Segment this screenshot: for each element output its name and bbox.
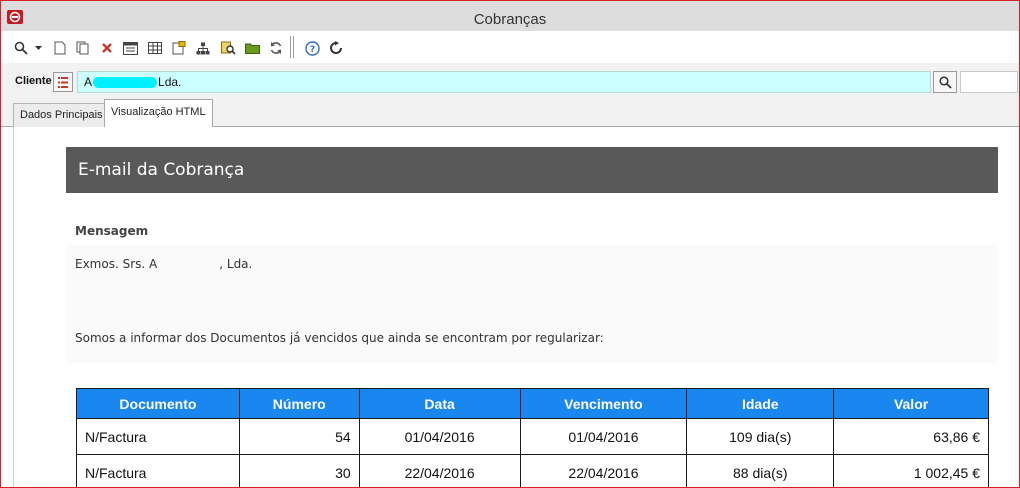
cell-idade: 109 dia(s) xyxy=(686,418,835,455)
column-header-vencimento: Vencimento xyxy=(519,388,688,419)
message-title: Mensagem xyxy=(75,224,149,238)
email-header: E-mail da Cobrança xyxy=(66,147,998,193)
toolbar-separator xyxy=(293,36,294,58)
client-bar: Cliente A Lda. xyxy=(1,63,1019,99)
client-list-button[interactable] xyxy=(53,72,73,92)
cobrancas-window: Cobranças ? Cliente A Lda. Dados Princip… xyxy=(0,0,1020,488)
redaction-mark xyxy=(93,77,158,89)
tab-strip: Dados Principais Visualização HTML xyxy=(1,99,1019,127)
dropdown-arrow-icon[interactable] xyxy=(33,39,43,57)
new-document-icon[interactable] xyxy=(51,39,69,57)
cell-documento: N/Factura xyxy=(76,454,240,487)
cell-valor: 63,86 € xyxy=(833,418,989,455)
greeting: Exmos. Srs. A , Lda. xyxy=(75,257,252,271)
grid-view-icon[interactable] xyxy=(146,39,164,57)
column-header-data: Data xyxy=(358,388,521,419)
table-header-row: Documento Número Data Vencimento Idade V… xyxy=(76,388,989,419)
search-icon xyxy=(938,75,952,89)
hierarchy-icon[interactable] xyxy=(194,39,212,57)
html-preview-pane: E-mail da Cobrança Mensagem Exmos. Srs. … xyxy=(13,127,1019,487)
column-header-numero: Número xyxy=(238,388,360,419)
cell-vencimento: 22/04/2016 xyxy=(519,454,688,487)
cell-documento: N/Factura xyxy=(76,418,240,455)
client-value-suffix: Lda. xyxy=(158,75,182,89)
client-value-prefix: A xyxy=(84,75,93,89)
find-document-icon[interactable] xyxy=(219,39,237,57)
cell-numero: 30 xyxy=(238,454,360,487)
table-row: N/Factura 30 22/04/2016 22/04/2016 88 di… xyxy=(76,454,989,487)
toolbar-separator xyxy=(290,36,291,58)
cell-data: 01/04/2016 xyxy=(358,418,521,455)
title-bar: Cobranças xyxy=(1,1,1019,31)
refresh-icon[interactable] xyxy=(267,39,285,57)
edit-document-icon[interactable] xyxy=(170,39,188,57)
intro-text: Somos a informar dos Documentos já venci… xyxy=(75,331,604,345)
greeting-suffix: , Lda. xyxy=(219,257,253,271)
message-box: Exmos. Srs. A , Lda. Somos a informar dos… xyxy=(66,245,998,363)
list-view-icon[interactable] xyxy=(121,39,139,57)
cell-valor: 1 002,45 € xyxy=(833,454,989,487)
copy-document-icon[interactable] xyxy=(74,39,92,57)
client-label: Cliente xyxy=(15,75,52,87)
cell-data: 22/04/2016 xyxy=(358,454,521,487)
tab-visualizacao-html[interactable]: Visualização HTML xyxy=(104,99,213,127)
list-icon xyxy=(58,76,68,88)
cell-idade: 88 dia(s) xyxy=(686,454,835,487)
cell-vencimento: 01/04/2016 xyxy=(519,418,688,455)
client-input[interactable]: A Lda. xyxy=(77,71,931,93)
greeting-prefix: Exmos. Srs. A xyxy=(75,257,158,271)
column-header-valor: Valor xyxy=(833,388,989,419)
reload-icon[interactable] xyxy=(327,39,345,57)
svg-text:?: ? xyxy=(309,45,314,55)
client-search-button[interactable] xyxy=(933,71,957,93)
search-icon[interactable] xyxy=(12,39,30,57)
help-icon[interactable]: ? xyxy=(303,39,321,57)
table-row: N/Factura 54 01/04/2016 01/04/2016 109 d… xyxy=(76,418,989,455)
cell-numero: 54 xyxy=(238,418,360,455)
client-secondary-field[interactable] xyxy=(960,71,1018,93)
column-header-idade: Idade xyxy=(686,388,835,419)
column-header-documento: Documento xyxy=(76,388,240,419)
documents-table: Documento Número Data Vencimento Idade V… xyxy=(76,388,989,487)
folder-icon[interactable] xyxy=(243,39,261,57)
toolbar: ? xyxy=(1,31,1019,63)
window-title: Cobranças xyxy=(473,11,547,28)
delete-icon[interactable] xyxy=(98,39,116,57)
tab-dados-principais[interactable]: Dados Principais xyxy=(13,103,110,127)
